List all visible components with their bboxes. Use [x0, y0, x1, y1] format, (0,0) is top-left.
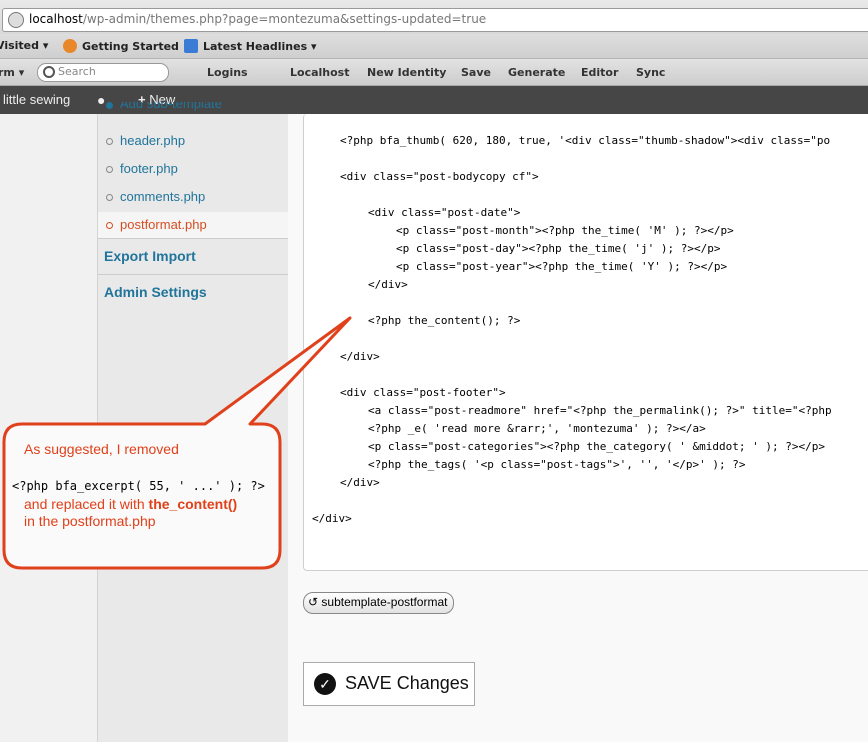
callout-line-3: and replaced it with the_content() [24, 496, 237, 512]
callout-bubble [2, 316, 352, 570]
callout-code: <?php bfa_excerpt( 55, ' ...' ); ?> [12, 479, 265, 493]
callout-line-3-text: and replaced it with [24, 496, 149, 512]
callout-line-1: As suggested, I removed [24, 441, 179, 457]
callout-function-name: the_content() [148, 496, 238, 512]
callout-line-4: in the postformat.php [24, 513, 156, 529]
